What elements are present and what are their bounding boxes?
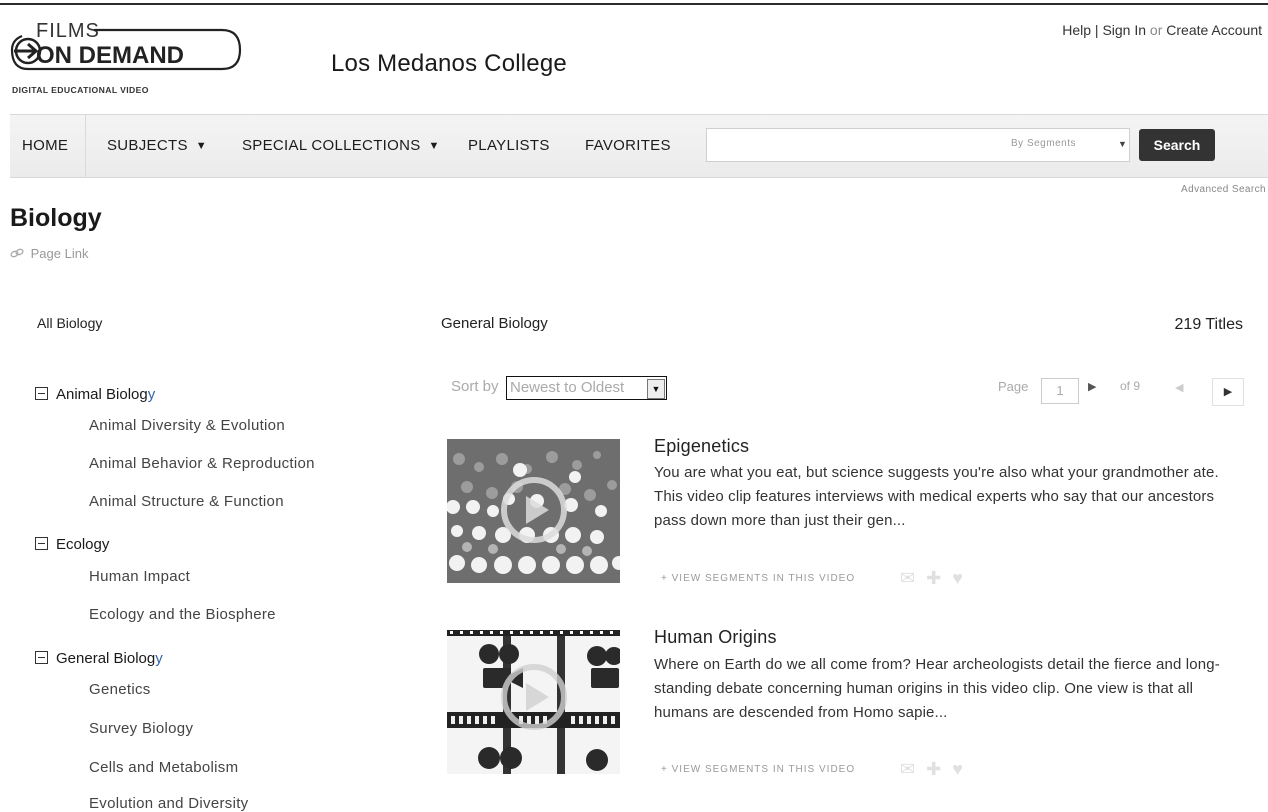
video-thumbnail[interactable]	[447, 439, 620, 583]
plus-icon[interactable]: ✚	[926, 568, 941, 588]
page-title: Biology	[10, 204, 102, 232]
sidebar-item[interactable]: Ecology and the Biosphere	[89, 606, 276, 623]
sidebar-item[interactable]: Animal Structure & Function	[89, 493, 284, 510]
sort-value: Newest to Oldest	[510, 379, 625, 396]
logo-top-text: FILMS	[36, 20, 100, 42]
search-button[interactable]: Search	[1139, 129, 1215, 161]
page-link[interactable]: Page Link	[10, 246, 88, 261]
sidebar-category-animal-biology[interactable]: Animal Biology	[35, 386, 155, 403]
email-icon[interactable]: ✉	[900, 568, 915, 588]
sidebar-item[interactable]: Cells and Metabolism	[89, 759, 238, 776]
logo-main-text: ON DEMAND	[36, 42, 184, 69]
next-page-icon[interactable]: ▶	[1212, 378, 1244, 406]
sidebar-item[interactable]: Animal Behavior & Reproduction	[89, 455, 315, 472]
category-label: General Biolog	[56, 650, 156, 667]
nav-home[interactable]: HOME	[22, 137, 68, 154]
sidebar-item[interactable]: Human Impact	[89, 568, 190, 585]
category-label-accent: y	[155, 650, 163, 667]
nav-playlists-label: PLAYLISTS	[468, 137, 550, 154]
sidebar-category-general-biology[interactable]: General Biology	[35, 650, 163, 667]
sign-in-link[interactable]: Sign In	[1102, 22, 1146, 38]
video-actions: ✉ ✚ ♥	[900, 568, 963, 589]
caret-down-icon: ▼	[647, 379, 665, 399]
sidebar-category-ecology[interactable]: Ecology	[35, 536, 109, 553]
or-text: or	[1149, 22, 1163, 38]
college-name: Los Medanos College	[331, 50, 567, 77]
nav-home-label: HOME	[22, 137, 69, 154]
sidebar-item[interactable]: Genetics	[89, 681, 151, 698]
account-separator: |	[1094, 22, 1099, 38]
tree-collapse-icon[interactable]	[35, 537, 48, 550]
nav-favorites-label: FAVORITES	[585, 137, 671, 154]
account-links: Help | Sign In or Create Account	[1062, 22, 1262, 38]
help-link[interactable]: Help	[1062, 22, 1091, 38]
titles-count: 219 Titles	[1174, 316, 1243, 333]
video-description: You are what you eat, but science sugges…	[654, 464, 1219, 529]
sidebar-item[interactable]: Animal Diversity & Evolution	[89, 417, 285, 434]
video-thumbnail[interactable]	[447, 630, 620, 774]
nav-favorites[interactable]: FAVORITES	[585, 137, 671, 154]
top-border	[0, 3, 1268, 5]
page-number-input[interactable]: 1	[1041, 378, 1079, 404]
logo-tagline: DIGITAL EDUCATIONAL VIDEO	[12, 85, 149, 95]
email-icon[interactable]: ✉	[900, 759, 915, 779]
next-page-icon[interactable]: ▶	[1088, 380, 1096, 393]
page-total: of 9	[1120, 379, 1141, 393]
video-title-link[interactable]: Epigenetics	[654, 436, 749, 457]
plus-icon[interactable]: ✚	[926, 759, 941, 779]
heart-icon[interactable]: ♥	[952, 568, 963, 588]
nav-divider	[85, 115, 86, 177]
sort-select[interactable]: Newest to Oldest ▼	[506, 376, 667, 400]
page-link-label: Page Link	[30, 246, 89, 261]
category-label: Ecology	[56, 536, 110, 553]
video-description: Where on Earth do we all come from? Hear…	[654, 656, 1220, 721]
caret-down-icon[interactable]: ▼	[1118, 139, 1127, 149]
prev-page-icon[interactable]: ◀	[1175, 381, 1183, 394]
video-actions: ✉ ✚ ♥	[900, 759, 963, 780]
play-icon[interactable]	[499, 475, 569, 545]
nav-special-collections-label: SPECIAL COLLECTIONS	[242, 137, 421, 154]
nav-special-collections[interactable]: SPECIAL COLLECTIONS ▼	[242, 137, 440, 154]
caret-down-icon: ▼	[428, 140, 440, 152]
tree-collapse-icon[interactable]	[35, 387, 48, 400]
nav-playlists[interactable]: PLAYLISTS	[468, 137, 550, 154]
search-scope-select[interactable]: By Segments	[1011, 138, 1076, 149]
nav-subjects-label: SUBJECTS	[107, 137, 188, 154]
films-on-demand-logo[interactable]: FILMS ON DEMAND DIGITAL EDUCATIONAL VIDE…	[8, 20, 248, 100]
view-segments-link[interactable]: + VIEW SEGMENTS IN THIS VIDEO	[661, 573, 855, 584]
nav-subjects[interactable]: SUBJECTS ▼	[107, 137, 207, 154]
sidebar-item[interactable]: Evolution and Diversity	[89, 795, 248, 812]
advanced-search-link[interactable]: Advanced Search	[1181, 184, 1266, 195]
category-label: Animal Biolog	[56, 386, 148, 403]
play-icon[interactable]	[499, 662, 569, 732]
category-label-accent: y	[147, 386, 156, 403]
create-account-link[interactable]: Create Account	[1166, 22, 1262, 38]
sort-label: Sort by	[451, 378, 499, 395]
video-title-link[interactable]: Human Origins	[654, 627, 777, 648]
current-category-heading: General Biology	[441, 315, 548, 332]
link-icon	[10, 246, 28, 261]
heart-icon[interactable]: ♥	[952, 759, 963, 779]
tree-collapse-icon[interactable]	[35, 651, 48, 664]
all-biology-link[interactable]: All Biology	[37, 315, 102, 331]
page-label: Page	[998, 379, 1029, 394]
sidebar-item[interactable]: Survey Biology	[89, 720, 193, 737]
caret-down-icon: ▼	[195, 140, 207, 152]
view-segments-link[interactable]: + VIEW SEGMENTS IN THIS VIDEO	[661, 764, 855, 775]
